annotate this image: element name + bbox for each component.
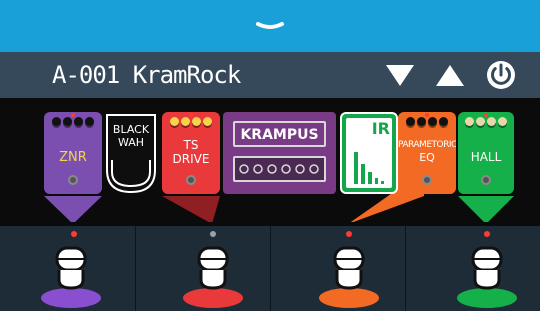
pedal-knobs (44, 117, 102, 126)
pedal-parametric-eq[interactable]: PARAMETORIC EQ (398, 112, 456, 194)
footswitch-3[interactable] (270, 226, 406, 311)
footswitch-icon (183, 246, 243, 308)
pedal-label-line-2: EQ (419, 151, 435, 164)
footswitch-icon (41, 246, 101, 308)
pedal-footswitch (422, 175, 432, 185)
footswitch-1[interactable] (0, 226, 135, 311)
power-icon[interactable] (485, 60, 517, 90)
pedal-label-line-1: PARAMETORIC (398, 140, 456, 150)
footswitch-led (71, 231, 77, 237)
pedal-knob-row (239, 164, 319, 174)
chevron-down-icon[interactable] (250, 16, 290, 36)
footswitch-led (484, 231, 490, 237)
pedal-face: IR (346, 118, 392, 188)
effects-screen: A-001 KramRock ZNR BLACK WAH TS DRIVE KR… (0, 0, 540, 311)
pedal-label: IR (371, 119, 390, 138)
pedal-knobs (162, 117, 220, 126)
pedal-footswitch (481, 175, 491, 185)
pedal-label-line-2: DRIVE (172, 152, 210, 166)
pedal-label: KRAMPUS (240, 127, 319, 143)
pedal-knobs (458, 117, 514, 126)
footswitch-icon (457, 246, 517, 308)
pedal-znr[interactable]: ZNR (44, 112, 102, 194)
pedal-label: HALL (470, 150, 502, 164)
pedal-label: ZNR (59, 150, 87, 165)
pedal-label-line-1: BLACK (112, 123, 150, 136)
pedal-krampus[interactable]: KRAMPUS (223, 112, 336, 194)
pedal-ts-drive[interactable]: TS DRIVE (162, 112, 220, 194)
footswitch-2[interactable] (135, 226, 271, 311)
impulse-response-icon (354, 152, 384, 184)
top-bar (0, 0, 540, 52)
pedal-label-line-1: TS (183, 138, 199, 152)
pedal-ir[interactable]: IR (340, 112, 398, 194)
pedal-footswitch (68, 175, 78, 185)
footswitch-led (210, 231, 216, 237)
footswitch-icon (319, 246, 379, 308)
pedal-hall[interactable]: HALL (458, 112, 514, 194)
pedal-black-wah[interactable]: BLACK WAH (104, 112, 158, 194)
pedal-nameplate: KRAMPUS (233, 121, 326, 147)
footswitch-row (0, 226, 540, 311)
pedal-knob-panel (233, 156, 326, 182)
footswitch-4[interactable] (405, 226, 540, 311)
pedal-footswitch (186, 175, 196, 185)
pedal-label-line-2: WAH (117, 136, 145, 149)
effect-chain: ZNR BLACK WAH TS DRIVE KRAMPUS IR PARAME… (0, 98, 540, 222)
triangle-up-icon[interactable] (434, 60, 466, 90)
pedal-knobs (398, 117, 456, 126)
patch-name[interactable]: A-001 KramRock (52, 56, 241, 94)
footswitch-led (346, 231, 352, 237)
triangle-down-icon[interactable] (384, 60, 416, 90)
